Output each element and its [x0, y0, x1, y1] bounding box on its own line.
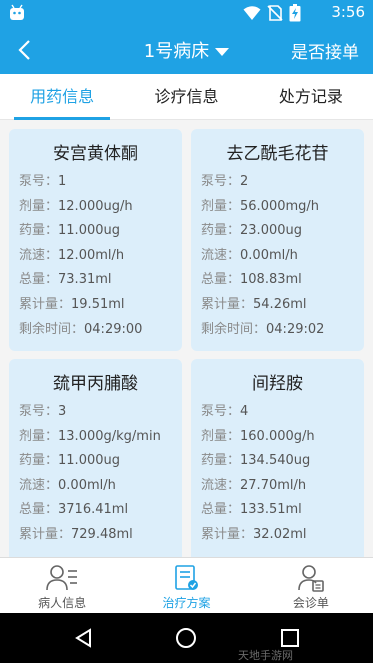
- nav-patient-info[interactable]: 病人信息: [0, 558, 124, 613]
- nav-label: 病人信息: [38, 596, 87, 610]
- wifi-icon: [243, 6, 261, 20]
- system-home-icon[interactable]: [174, 626, 198, 650]
- cumulative-row: 累计量：729.48ml: [19, 526, 133, 542]
- dose-row: 剂量：160.000g/h: [201, 428, 315, 444]
- drug-amount-row: 药量：134.540ug: [201, 453, 311, 469]
- pump-row: 泵号：4: [201, 404, 249, 419]
- status-bar: 3:56: [0, 0, 373, 26]
- patient-icon: [46, 565, 78, 591]
- cumulative-row: 累计量：54.26ml: [201, 296, 307, 312]
- drug-name: 去乙酰毛花苷: [226, 144, 329, 164]
- app-bar: 1号病床 是否接单: [0, 26, 373, 74]
- tab-diagnosis[interactable]: 诊疗信息: [124, 74, 248, 119]
- no-sim-icon: [267, 5, 283, 21]
- tab-medication[interactable]: 用药信息: [0, 74, 124, 120]
- pump-card[interactable]: 去乙酰毛花苷 泵号：2 剂量：56.000mg/h 药量：23.000ug 流速…: [191, 129, 364, 351]
- remaining-time-row: 剩余时间：04:29:00: [19, 321, 143, 337]
- battery-charging-icon: [289, 4, 301, 22]
- dose-row: 剂量：13.000g/kg/min: [19, 428, 161, 444]
- cumulative-row: 累计量：19.51ml: [19, 296, 125, 312]
- medication-list[interactable]: 安宫黄体酮 泵号：1 剂量：12.000ug/h 药量：11.000ug 流速：…: [0, 120, 373, 557]
- total-row: 总量：73.31ml: [19, 272, 112, 288]
- treatment-plan-icon: [175, 565, 199, 590]
- page-title: 1号病床: [143, 41, 210, 62]
- drug-name: 间羟胺: [252, 374, 303, 394]
- nav-label: 会诊单: [292, 596, 329, 610]
- nav-treatment-plan[interactable]: 治疗方案: [124, 558, 248, 613]
- remaining-time-row: 剩余时间：04:29:02: [201, 321, 325, 337]
- pump-card[interactable]: 巯甲丙脯酸 泵号：3 剂量：13.000g/kg/min 药量：11.000ug…: [9, 359, 182, 557]
- flow-rate-row: 流速：12.00ml/h: [19, 247, 125, 263]
- watermark: 天地手游网: [238, 649, 293, 662]
- nav-consultation[interactable]: 会诊单: [249, 558, 373, 613]
- flow-rate-row: 流速：0.00ml/h: [201, 247, 298, 263]
- tab-prescription[interactable]: 处方记录: [249, 74, 373, 119]
- bottom-nav: 病人信息 治疗方案 会诊单: [0, 557, 373, 613]
- pump-row: 泵号：2: [201, 174, 249, 189]
- total-row: 总量：108.83ml: [201, 272, 302, 288]
- system-nav-bar: 天地手游网: [0, 613, 373, 663]
- caret-down-icon: [215, 48, 230, 56]
- pump-card[interactable]: 安宫黄体酮 泵号：1 剂量：12.000ug/h 药量：11.000ug 流速：…: [9, 129, 182, 351]
- drug-name: 安宫黄体酮: [53, 144, 138, 164]
- flow-rate-row: 流速：0.00ml/h: [19, 477, 116, 493]
- total-row: 总量：3716.41ml: [19, 502, 129, 518]
- nav-label: 治疗方案: [162, 596, 211, 610]
- cumulative-row: 累计量：32.02ml: [201, 526, 307, 542]
- system-back-icon[interactable]: [72, 626, 96, 650]
- drug-name: 巯甲丙脯酸: [53, 374, 138, 394]
- android-icon: [10, 4, 24, 20]
- tab-bar: 用药信息 诊疗信息 处方记录: [0, 74, 373, 120]
- pump-card[interactable]: 间羟胺 泵号：4 剂量：160.000g/h 药量：134.540ug 流速：2…: [191, 359, 364, 557]
- drug-amount-row: 药量：11.000ug: [19, 453, 120, 469]
- pump-row: 泵号：1: [19, 174, 67, 189]
- clock: 3:56: [331, 3, 365, 21]
- flow-rate-row: 流速：27.70ml/h: [201, 477, 307, 493]
- drug-amount-row: 药量：11.000ug: [19, 223, 120, 239]
- dose-row: 剂量：12.000ug/h: [19, 198, 133, 214]
- drug-amount-row: 药量：23.000ug: [201, 223, 302, 239]
- total-row: 总量：133.51ml: [201, 502, 302, 518]
- consultation-icon: [298, 565, 324, 592]
- pump-row: 泵号：3: [19, 404, 67, 419]
- dose-row: 剂量：56.000mg/h: [201, 198, 320, 214]
- accept-order-button[interactable]: 是否接单: [291, 38, 359, 63]
